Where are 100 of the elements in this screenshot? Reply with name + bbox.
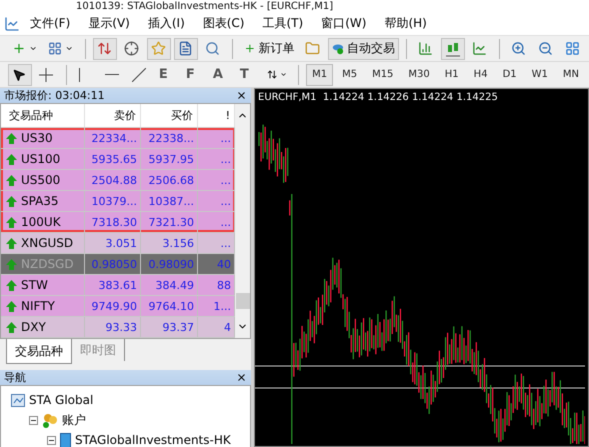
crosshair-icon [124, 41, 139, 56]
close-icon[interactable] [236, 372, 247, 383]
magnifier-icon [204, 41, 220, 56]
quote-row[interactable]: NIFTY 9749.90 9764.10 1... [1, 296, 235, 317]
quote-row[interactable]: STW 383.61 384.49 88 [1, 275, 235, 296]
star-icon [150, 41, 166, 56]
candles-icon [445, 40, 462, 56]
toolbar-button[interactable]: 自动交易 [328, 38, 400, 60]
tool-button[interactable]: F [182, 64, 206, 86]
symbol-text: 100UK [21, 215, 61, 229]
app-icon [4, 16, 20, 32]
menu-item[interactable]: 工具(T) [254, 13, 312, 34]
vertical-line-icon [78, 68, 81, 82]
timeframe-button[interactable]: M1 [306, 64, 334, 86]
menu-item[interactable]: 插入(I) [140, 13, 193, 34]
arrows-icon [96, 41, 112, 56]
quote-row[interactable]: SPA35 10379... 10387... ... [1, 191, 235, 212]
column-header[interactable]: 买价 [141, 104, 198, 127]
symbol-text: NIFTY [21, 299, 55, 313]
timeframe-button[interactable]: H4 [468, 64, 494, 86]
bid-cell: 93.33 [85, 317, 141, 337]
quote-row[interactable]: 100UK 7318.30 7321.30 ... [1, 212, 235, 233]
up-arrow-icon [6, 238, 17, 248]
line-chart-icon [472, 41, 488, 56]
timeframe-button[interactable]: D1 [496, 64, 523, 86]
ask-cell: 22338... [141, 128, 198, 148]
quote-row[interactable]: US100 5935.65 5937.95 ... [1, 149, 235, 170]
bid-cell: 3.051 [85, 233, 141, 253]
menu-item[interactable]: 窗口(W) [313, 13, 374, 34]
terminal-icon [11, 394, 25, 406]
ask-cell: 2506.68 [141, 170, 198, 190]
timeframe-button[interactable]: M15 [366, 64, 400, 86]
bars-icon [418, 41, 434, 56]
symbol-text: US100 [21, 152, 60, 166]
bid-cell: 383.61 [85, 275, 141, 295]
up-arrow-icon [6, 322, 17, 332]
quote-row[interactable]: US30 22334... 22338... ... [1, 128, 235, 149]
tab[interactable]: 交易品种 [6, 339, 72, 364]
tree-item[interactable]: 账户 [62, 412, 86, 428]
ask-cell: 3.156 [141, 233, 198, 253]
tool-button[interactable]: T [236, 64, 260, 86]
bid-cell: 22334... [85, 128, 141, 148]
toolbar-button[interactable]: 新订单 [240, 38, 298, 60]
symbol-text: STW [21, 278, 48, 292]
up-arrow-icon [6, 154, 17, 164]
timeframe-button[interactable]: MN [556, 64, 585, 86]
horizontal-line-icon [104, 73, 119, 76]
zoom-in-icon [511, 41, 526, 56]
timeframe-button[interactable]: M5 [336, 64, 364, 86]
ask-cell: 384.49 [141, 275, 198, 295]
quote-row[interactable]: US500 2504.88 2506.68 ... [1, 170, 235, 191]
ask-cell: 0.98090 [141, 254, 198, 274]
panel-title: 导航 [4, 370, 26, 385]
ask-cell: 7321.30 [141, 212, 198, 232]
bid-cell: 2504.88 [85, 170, 141, 190]
panel-title: 市场报价: 03:04:11 [4, 88, 105, 103]
symbol-text: US500 [21, 173, 60, 187]
plus-icon [12, 41, 26, 56]
bid-cell: 9749.90 [85, 296, 141, 316]
tool-button[interactable] [8, 64, 32, 86]
timeframe-button[interactable]: H1 [438, 64, 465, 86]
timeframe-button[interactable]: W1 [526, 64, 554, 86]
up-arrow-icon [6, 132, 17, 144]
ask-cell: 93.37 [141, 317, 198, 337]
timeframe-button[interactable]: M30 [402, 64, 436, 86]
tool-glyph: E [158, 67, 168, 82]
bid-cell: 5935.65 [85, 149, 141, 169]
column-header[interactable]: 交易品种 [1, 104, 85, 127]
up-arrow-icon [6, 196, 17, 206]
chart-title: EURCHF,M1 1.14224 1.14226 1.14224 1.14225 [258, 92, 498, 103]
scroll-thumb[interactable] [236, 293, 250, 309]
toolbar-icon[interactable] [441, 38, 466, 60]
ask-cell: 9764.10 [141, 296, 198, 316]
tool-glyph: A [212, 67, 223, 82]
toolbar-icon[interactable] [92, 38, 117, 60]
scrollbar[interactable] [235, 104, 250, 338]
server-icon [60, 432, 71, 447]
menu-item[interactable]: 文件(F) [22, 13, 78, 34]
quote-row[interactable]: XNGUSD 3.051 3.156 ... [1, 233, 235, 254]
tool-button[interactable]: E [154, 64, 179, 86]
quote-row[interactable]: DXY 93.33 93.37 4 [1, 317, 235, 338]
collapse-icon[interactable] [47, 436, 56, 444]
toolbar-icon[interactable] [174, 38, 198, 60]
up-arrow-icon [6, 258, 17, 270]
column-header[interactable]: 卖价 [85, 104, 141, 127]
bid-cell: 0.98050 [85, 254, 141, 274]
zoom-out-icon [538, 41, 553, 56]
up-arrow-icon [6, 300, 17, 312]
crosshair-icon [39, 68, 53, 82]
ask-cell: 5937.95 [141, 149, 198, 169]
menu-item[interactable]: 帮助(H) [376, 13, 435, 34]
tree-item[interactable]: STA Global [29, 393, 94, 407]
menu-item[interactable]: 显示(V) [80, 13, 138, 34]
tree-item[interactable]: STAGlobalInvestments-HK [75, 433, 231, 447]
collapse-icon[interactable] [29, 416, 38, 424]
tool-button[interactable]: A [208, 64, 233, 86]
symbol-text: DXY [21, 320, 46, 334]
close-icon[interactable] [236, 90, 247, 101]
cursor-icon [12, 68, 26, 82]
menu-item[interactable]: 图表(C) [194, 13, 252, 34]
